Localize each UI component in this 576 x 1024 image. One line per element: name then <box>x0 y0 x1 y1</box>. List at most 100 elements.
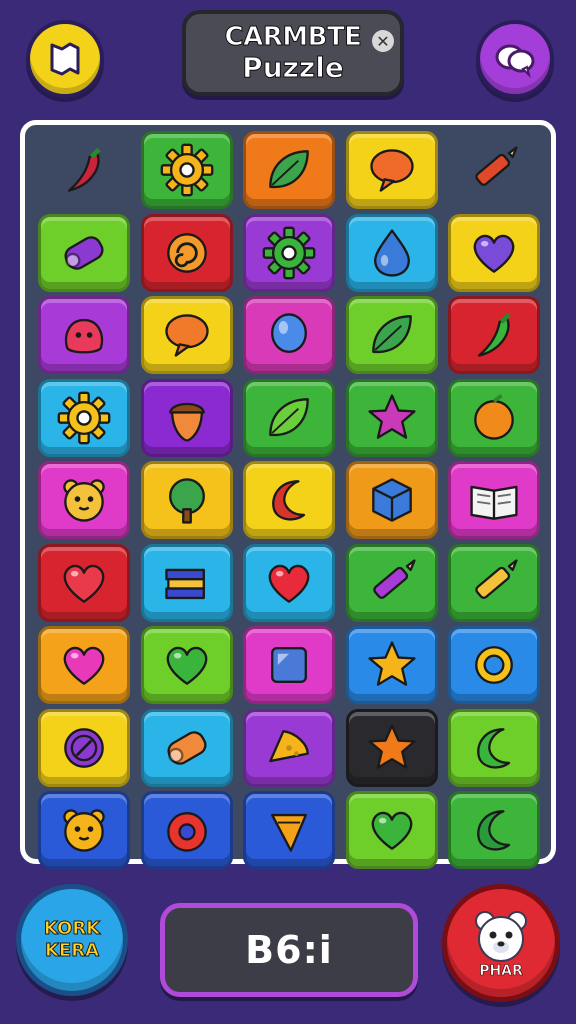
board-tile[interactable] <box>140 708 233 787</box>
orange-icon <box>474 393 514 440</box>
bear-face-icon <box>63 479 105 522</box>
acorn-icon <box>168 402 205 442</box>
chili-pepper-icon <box>67 147 101 192</box>
tree-icon <box>168 478 205 524</box>
board-tile[interactable] <box>345 461 438 539</box>
board-tile[interactable] <box>38 626 130 704</box>
board-tile[interactable] <box>38 296 130 374</box>
score-panel: B6:i <box>160 903 418 997</box>
game-title-line2: Puzzle <box>242 51 345 84</box>
star-icon <box>367 393 416 439</box>
board-tile[interactable] <box>448 626 540 704</box>
crescent-icon <box>477 727 511 769</box>
board-tile[interactable] <box>345 131 438 209</box>
bear-face-icon <box>475 911 527 962</box>
board-tile[interactable] <box>448 296 540 374</box>
board-tile[interactable] <box>345 213 438 292</box>
balloon-icon <box>271 313 307 353</box>
board-tile[interactable] <box>345 543 438 622</box>
board-tile[interactable] <box>243 708 335 787</box>
board-tile[interactable] <box>345 296 438 374</box>
crescent-icon <box>477 810 511 851</box>
game-title-line1: CARMBTE <box>224 22 362 53</box>
barrel-icon <box>64 235 104 270</box>
board-tile[interactable] <box>38 378 130 457</box>
pencil-icon <box>475 558 518 599</box>
phar-button[interactable]: PHAR <box>442 884 560 1002</box>
board-tile[interactable] <box>448 708 540 787</box>
map-button[interactable] <box>26 20 104 98</box>
heart-icon <box>63 564 105 603</box>
board-tile[interactable] <box>448 213 540 292</box>
kera-label: KERA <box>44 940 100 962</box>
heart-icon <box>166 646 207 685</box>
ring-icon <box>475 646 513 684</box>
board-tile[interactable] <box>243 213 335 292</box>
board-tile[interactable] <box>140 378 233 457</box>
board-tile[interactable] <box>345 708 438 787</box>
donut-icon <box>166 812 207 852</box>
close-icon[interactable]: ✕ <box>372 30 394 52</box>
board-tile[interactable] <box>140 791 233 869</box>
heart-icon <box>63 646 105 685</box>
board-tile[interactable] <box>448 378 540 457</box>
board-tile[interactable] <box>243 131 335 209</box>
leaf-icon <box>269 150 309 188</box>
board-tile[interactable] <box>448 131 540 209</box>
board-tile[interactable] <box>140 461 233 539</box>
board-tile[interactable] <box>243 791 335 869</box>
board-tile[interactable] <box>448 461 540 539</box>
swirl-icon <box>166 232 207 273</box>
gear-icon <box>262 226 316 279</box>
board-tile[interactable] <box>38 791 130 869</box>
board-tile[interactable] <box>243 296 335 374</box>
board-tile[interactable] <box>38 461 130 539</box>
board-tile[interactable] <box>140 296 233 374</box>
circle-badge-icon <box>64 727 104 768</box>
chat-bubbles-icon <box>495 44 535 79</box>
log-icon <box>166 730 207 765</box>
board-tile[interactable] <box>140 213 233 292</box>
board-tile[interactable] <box>38 131 130 209</box>
chat-button[interactable] <box>476 20 554 98</box>
board-tile[interactable] <box>140 543 233 622</box>
board-tile[interactable] <box>243 543 335 622</box>
star-icon <box>367 723 416 769</box>
board-tile[interactable] <box>140 131 233 209</box>
speech-bubble-icon <box>164 314 209 357</box>
board-tile[interactable] <box>140 626 233 704</box>
board-tile[interactable] <box>243 378 335 457</box>
speech-bubble-icon <box>369 149 414 192</box>
crayon-icon <box>475 146 518 186</box>
crescent-icon <box>272 480 306 521</box>
board-tile[interactable] <box>38 543 130 622</box>
phar-label: PHAR <box>479 963 523 980</box>
books-icon <box>164 568 205 599</box>
kork-label: KORK <box>43 918 101 940</box>
score-value: B6:i <box>245 928 333 972</box>
gear-icon <box>160 143 213 197</box>
board-tile[interactable] <box>38 213 130 292</box>
crayon-icon <box>372 558 416 599</box>
leaf-icon <box>269 397 309 436</box>
map-icon <box>50 42 80 76</box>
leaves-icon <box>371 315 412 353</box>
cube-icon <box>371 478 412 522</box>
board-tile[interactable] <box>345 791 438 869</box>
cheese-icon <box>269 729 309 762</box>
gear-icon <box>57 391 111 444</box>
board-tile[interactable] <box>243 461 335 539</box>
board-tile[interactable] <box>345 378 438 457</box>
title-panel: CARMBTE Puzzle ✕ <box>182 10 404 96</box>
board-tile[interactable] <box>448 543 540 622</box>
cat-face-icon <box>63 809 105 852</box>
board-tile[interactable] <box>345 626 438 704</box>
board-tile[interactable] <box>243 626 335 704</box>
kork-kera-button[interactable]: KORK KERA <box>16 884 128 996</box>
heart-icon <box>371 811 412 850</box>
board-tile[interactable] <box>38 708 130 787</box>
board-tile[interactable] <box>448 791 540 869</box>
blob-creature-icon <box>64 318 104 354</box>
game-board <box>20 120 556 869</box>
star-icon <box>367 641 416 686</box>
